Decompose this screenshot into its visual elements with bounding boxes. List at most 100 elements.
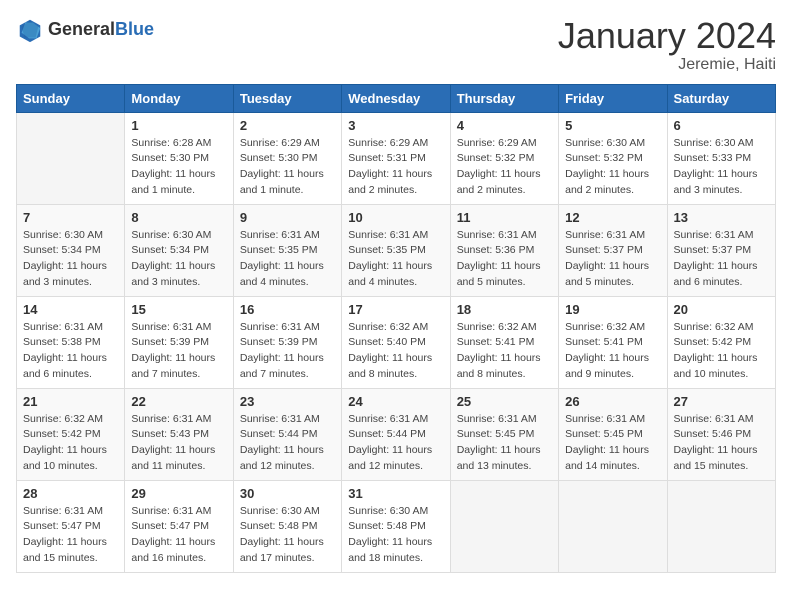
col-thursday: Thursday — [450, 84, 558, 112]
calendar-cell: 14 Sunrise: 6:31 AMSunset: 5:38 PMDayligh… — [17, 296, 125, 388]
calendar-week-5: 28 Sunrise: 6:31 AMSunset: 5:47 PMDayligh… — [17, 480, 776, 572]
day-number: 1 — [131, 118, 226, 133]
calendar-cell: 25 Sunrise: 6:31 AMSunset: 5:45 PMDayligh… — [450, 388, 558, 480]
header-row: Sunday Monday Tuesday Wednesday Thursday… — [17, 84, 776, 112]
calendar-cell: 12 Sunrise: 6:31 AMSunset: 5:37 PMDayligh… — [559, 204, 667, 296]
day-info: Sunrise: 6:31 AMSunset: 5:45 PMDaylight:… — [565, 412, 660, 475]
day-info: Sunrise: 6:30 AMSunset: 5:48 PMDaylight:… — [348, 504, 443, 567]
day-number: 31 — [348, 486, 443, 501]
day-number: 6 — [674, 118, 769, 133]
calendar-cell: 20 Sunrise: 6:32 AMSunset: 5:42 PMDayligh… — [667, 296, 775, 388]
day-number: 28 — [23, 486, 118, 501]
day-number: 30 — [240, 486, 335, 501]
calendar-cell — [17, 112, 125, 204]
day-number: 9 — [240, 210, 335, 225]
day-number: 24 — [348, 394, 443, 409]
calendar-cell — [667, 480, 775, 572]
day-number: 13 — [674, 210, 769, 225]
calendar-cell: 1 Sunrise: 6:28 AMSunset: 5:30 PMDaylight… — [125, 112, 233, 204]
day-number: 12 — [565, 210, 660, 225]
day-number: 29 — [131, 486, 226, 501]
calendar-week-4: 21 Sunrise: 6:32 AMSunset: 5:42 PMDayligh… — [17, 388, 776, 480]
calendar-cell: 15 Sunrise: 6:31 AMSunset: 5:39 PMDayligh… — [125, 296, 233, 388]
day-info: Sunrise: 6:31 AMSunset: 5:46 PMDaylight:… — [674, 412, 769, 475]
col-monday: Monday — [125, 84, 233, 112]
day-info: Sunrise: 6:32 AMSunset: 5:42 PMDaylight:… — [674, 320, 769, 383]
calendar-cell: 2Sunrise: 6:29 AMSunset: 5:30 PMDaylight… — [233, 112, 341, 204]
col-wednesday: Wednesday — [342, 84, 450, 112]
day-number: 27 — [674, 394, 769, 409]
calendar-cell: 11 Sunrise: 6:31 AMSunset: 5:36 PMDayligh… — [450, 204, 558, 296]
col-saturday: Saturday — [667, 84, 775, 112]
day-number: 11 — [457, 210, 552, 225]
calendar-cell: 23Sunrise: 6:31 AMSunset: 5:44 PMDayligh… — [233, 388, 341, 480]
day-info: Sunrise: 6:30 AMSunset: 5:34 PMDaylight:… — [23, 228, 118, 291]
day-number: 22 — [131, 394, 226, 409]
day-number: 25 — [457, 394, 552, 409]
day-info: Sunrise: 6:31 AMSunset: 5:37 PMDaylight:… — [565, 228, 660, 291]
calendar-cell: 27 Sunrise: 6:31 AMSunset: 5:46 PMDayligh… — [667, 388, 775, 480]
calendar-cell — [559, 480, 667, 572]
day-number: 21 — [23, 394, 118, 409]
logo-general: GeneralBlue — [48, 20, 154, 40]
calendar-cell: 4 Sunrise: 6:29 AMSunset: 5:32 PMDaylight… — [450, 112, 558, 204]
calendar-cell: 7Sunrise: 6:30 AMSunset: 5:34 PMDaylight… — [17, 204, 125, 296]
calendar-cell: 22Sunrise: 6:31 AMSunset: 5:43 PMDayligh… — [125, 388, 233, 480]
day-number: 20 — [674, 302, 769, 317]
day-info: Sunrise: 6:31 AMSunset: 5:38 PMDaylight:… — [23, 320, 118, 383]
day-info: Sunrise: 6:32 AMSunset: 5:40 PMDaylight:… — [348, 320, 443, 383]
day-number: 26 — [565, 394, 660, 409]
calendar-cell: 3Sunrise: 6:29 AMSunset: 5:31 PMDaylight… — [342, 112, 450, 204]
day-number: 4 — [457, 118, 552, 133]
day-info: Sunrise: 6:32 AMSunset: 5:41 PMDaylight:… — [565, 320, 660, 383]
day-number: 15 — [131, 302, 226, 317]
day-number: 8 — [131, 210, 226, 225]
calendar-cell: 31 Sunrise: 6:30 AMSunset: 5:48 PMDayligh… — [342, 480, 450, 572]
day-info: Sunrise: 6:31 AMSunset: 5:36 PMDaylight:… — [457, 228, 552, 291]
day-info: Sunrise: 6:29 AMSunset: 5:30 PMDaylight:… — [240, 136, 335, 199]
logo: GeneralBlue — [16, 16, 154, 44]
day-number: 18 — [457, 302, 552, 317]
calendar-cell — [450, 480, 558, 572]
day-number: 3 — [348, 118, 443, 133]
day-info: Sunrise: 6:30 AMSunset: 5:34 PMDaylight:… — [131, 228, 226, 291]
day-info: Sunrise: 6:28 AMSunset: 5:30 PMDaylight:… — [131, 136, 226, 199]
calendar-cell: 9 Sunrise: 6:31 AMSunset: 5:35 PMDaylight… — [233, 204, 341, 296]
calendar-cell: 28Sunrise: 6:31 AMSunset: 5:47 PMDayligh… — [17, 480, 125, 572]
day-info: Sunrise: 6:29 AMSunset: 5:32 PMDaylight:… — [457, 136, 552, 199]
calendar-header: Sunday Monday Tuesday Wednesday Thursday… — [17, 84, 776, 112]
day-number: 5 — [565, 118, 660, 133]
calendar-cell: 17 Sunrise: 6:32 AMSunset: 5:40 PMDayligh… — [342, 296, 450, 388]
col-tuesday: Tuesday — [233, 84, 341, 112]
day-number: 14 — [23, 302, 118, 317]
day-number: 10 — [348, 210, 443, 225]
calendar-week-1: 1 Sunrise: 6:28 AMSunset: 5:30 PMDaylight… — [17, 112, 776, 204]
calendar-cell: 24Sunrise: 6:31 AMSunset: 5:44 PMDayligh… — [342, 388, 450, 480]
day-number: 16 — [240, 302, 335, 317]
calendar-cell: 18 Sunrise: 6:32 AMSunset: 5:41 PMDayligh… — [450, 296, 558, 388]
calendar-week-3: 14 Sunrise: 6:31 AMSunset: 5:38 PMDayligh… — [17, 296, 776, 388]
calendar-cell: 19 Sunrise: 6:32 AMSunset: 5:41 PMDayligh… — [559, 296, 667, 388]
col-friday: Friday — [559, 84, 667, 112]
day-info: Sunrise: 6:31 AMSunset: 5:44 PMDaylight:… — [240, 412, 335, 475]
calendar-table: Sunday Monday Tuesday Wednesday Thursday… — [16, 84, 776, 573]
calendar-week-2: 7Sunrise: 6:30 AMSunset: 5:34 PMDaylight… — [17, 204, 776, 296]
day-info: Sunrise: 6:31 AMSunset: 5:47 PMDaylight:… — [131, 504, 226, 567]
page-header: GeneralBlue January 2024 Jeremie, Haiti — [16, 16, 776, 74]
calendar-body: 1 Sunrise: 6:28 AMSunset: 5:30 PMDaylight… — [17, 112, 776, 572]
calendar-title: January 2024 — [558, 16, 776, 56]
day-info: Sunrise: 6:32 AMSunset: 5:41 PMDaylight:… — [457, 320, 552, 383]
day-info: Sunrise: 6:31 AMSunset: 5:45 PMDaylight:… — [457, 412, 552, 475]
day-info: Sunrise: 6:30 AMSunset: 5:33 PMDaylight:… — [674, 136, 769, 199]
calendar-cell: 5Sunrise: 6:30 AMSunset: 5:32 PMDaylight… — [559, 112, 667, 204]
calendar-subtitle: Jeremie, Haiti — [558, 56, 776, 74]
calendar-cell: 13Sunrise: 6:31 AMSunset: 5:37 PMDayligh… — [667, 204, 775, 296]
logo-icon — [16, 16, 44, 44]
day-number: 17 — [348, 302, 443, 317]
day-info: Sunrise: 6:31 AMSunset: 5:35 PMDaylight:… — [240, 228, 335, 291]
day-info: Sunrise: 6:32 AMSunset: 5:42 PMDaylight:… — [23, 412, 118, 475]
day-info: Sunrise: 6:31 AMSunset: 5:39 PMDaylight:… — [131, 320, 226, 383]
calendar-cell: 10Sunrise: 6:31 AMSunset: 5:35 PMDayligh… — [342, 204, 450, 296]
day-number: 19 — [565, 302, 660, 317]
calendar-cell: 21 Sunrise: 6:32 AMSunset: 5:42 PMDayligh… — [17, 388, 125, 480]
